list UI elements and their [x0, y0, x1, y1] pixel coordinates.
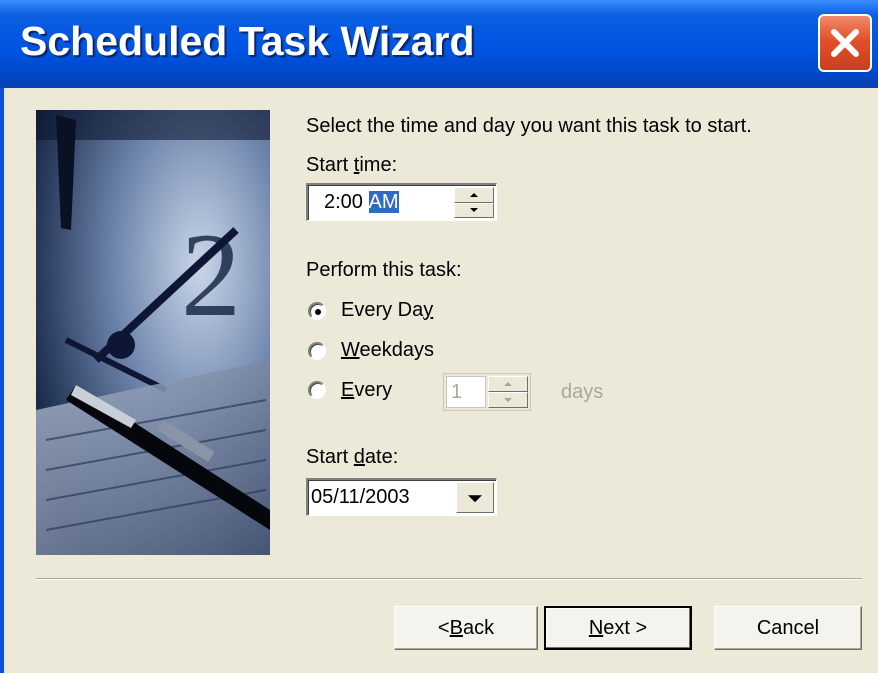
start-time-meridiem[interactable]: AM [368, 191, 399, 213]
start-date-dropdown-button[interactable] [456, 482, 494, 513]
every-days-down-button[interactable] [488, 392, 528, 408]
close-x-icon [831, 29, 859, 57]
title-bar[interactable]: Scheduled Task Wizard [0, 0, 878, 88]
instruction-text: Select the time and day you want this ta… [306, 115, 752, 137]
arrow-down-icon [504, 398, 512, 402]
every-days-stepper[interactable]: 1 [443, 373, 531, 411]
arrow-up-icon [470, 192, 478, 197]
start-time-picker[interactable]: 2:00 AM [306, 183, 497, 221]
start-time-spinner[interactable] [454, 187, 494, 218]
arrow-down-icon [470, 208, 478, 213]
radio-weekdays-label[interactable]: Weekdays [341, 339, 434, 362]
start-time-up-button[interactable] [454, 187, 494, 203]
close-button[interactable] [818, 14, 872, 72]
radio-weekdays[interactable] [308, 342, 326, 360]
chevron-down-icon [468, 494, 482, 502]
radio-every-day[interactable] [308, 302, 326, 320]
button-separator [36, 578, 862, 580]
every-days-value: 1 [451, 381, 463, 403]
scheduled-task-wizard-window: Scheduled Task Wizard 2 Select the time … [0, 0, 878, 673]
start-date-value: 05/11/2003 [311, 486, 410, 508]
start-time-hours-minutes[interactable]: 2:00 [324, 191, 363, 213]
back-button[interactable]: < Back [394, 606, 538, 650]
wizard-picture: 2 [36, 110, 270, 555]
days-label: days [561, 381, 604, 403]
start-date-dropdown[interactable]: 05/11/2003 [306, 478, 497, 516]
window-left-border [0, 88, 4, 673]
start-time-down-button[interactable] [454, 202, 494, 218]
start-time-label: Start time: [306, 154, 398, 176]
arrow-up-icon [504, 382, 512, 386]
radio-every-day-label[interactable]: Every Day [341, 299, 433, 322]
radio-selected-dot [315, 309, 321, 315]
every-days-up-button[interactable] [488, 376, 528, 392]
radio-every-label[interactable]: Every [341, 379, 392, 402]
cancel-button[interactable]: Cancel [714, 606, 862, 650]
radio-every[interactable] [308, 381, 326, 399]
window-title: Scheduled Task Wizard [20, 18, 475, 64]
perform-task-label: Perform this task: [306, 259, 462, 281]
every-days-spinner[interactable] [488, 376, 528, 408]
start-date-label: Start date: [306, 446, 399, 468]
next-button[interactable]: Next > [544, 606, 692, 650]
